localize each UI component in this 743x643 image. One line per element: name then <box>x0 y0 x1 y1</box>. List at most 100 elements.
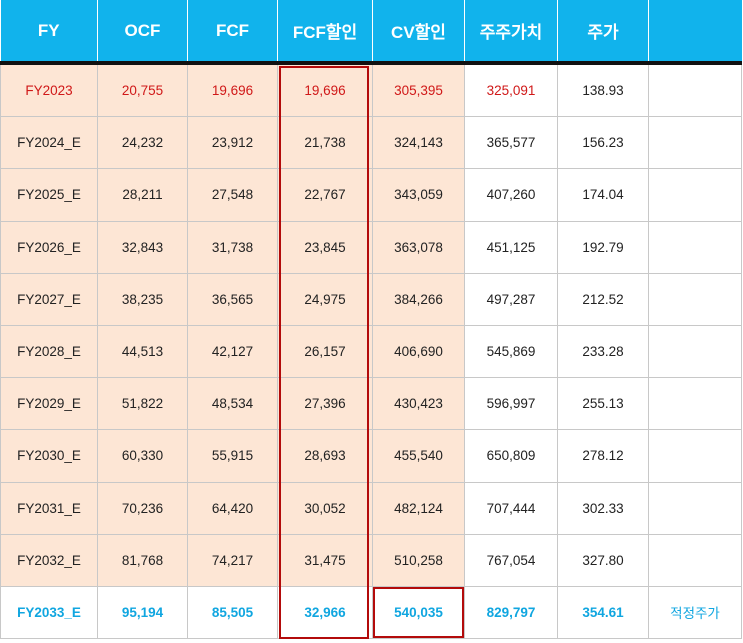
cell-share-price: 354.61 <box>557 585 649 640</box>
cell-fy: FY2026_E <box>0 220 98 274</box>
cell-cv-discounted: 482,124 <box>372 481 465 535</box>
cell-cv-discounted: 540,035 <box>372 585 465 640</box>
table-row: FY2028_E 44,513 42,127 26,157 406,690 54… <box>0 324 742 379</box>
cell-note <box>648 377 742 431</box>
cell-share-price: 212.52 <box>557 272 649 326</box>
cell-fy: FY2028_E <box>0 324 98 379</box>
cell-equity-value: 829,797 <box>464 585 558 640</box>
cell-note <box>648 62 742 118</box>
cell-cv-discounted: 363,078 <box>372 220 465 274</box>
cell-equity-value: 407,260 <box>464 168 558 222</box>
cell-note <box>648 429 742 483</box>
table-row: FY2026_E 32,843 31,738 23,845 363,078 45… <box>0 220 742 274</box>
cell-fcf: 19,696 <box>187 62 278 118</box>
cell-equity-value: 650,809 <box>464 429 558 483</box>
cell-cv-discounted: 384,266 <box>372 272 465 326</box>
cell-fcf: 74,217 <box>187 533 278 587</box>
cell-ocf: 44,513 <box>97 324 188 379</box>
cell-share-price: 156.23 <box>557 116 649 170</box>
cell-share-price: 174.04 <box>557 168 649 222</box>
cell-equity-value: 497,287 <box>464 272 558 326</box>
table-row: FY2029_E 51,822 48,534 27,396 430,423 59… <box>0 377 742 431</box>
cell-cv-discounted: 430,423 <box>372 377 465 431</box>
cell-share-price: 192.79 <box>557 220 649 274</box>
cell-fy: FY2031_E <box>0 481 98 535</box>
table-row: FY2023 20,755 19,696 19,696 305,395 325,… <box>0 62 742 118</box>
table-row: FY2032_E 81,768 74,217 31,475 510,258 76… <box>0 533 742 587</box>
header-share-price: 주가 <box>557 0 649 65</box>
cell-ocf: 95,194 <box>97 585 188 640</box>
table-row: FY2030_E 60,330 55,915 28,693 455,540 65… <box>0 429 742 483</box>
cell-fy: FY2027_E <box>0 272 98 326</box>
header-cv-discounted: CV할인 <box>372 0 465 65</box>
cell-share-price: 233.28 <box>557 324 649 379</box>
cell-fcf: 55,915 <box>187 429 278 483</box>
cell-fy: FY2033_E <box>0 585 98 640</box>
cell-note <box>648 168 742 222</box>
cell-fy: FY2024_E <box>0 116 98 170</box>
header-equity-value: 주주가치 <box>464 0 558 65</box>
table-row: FY2025_E 28,211 27,548 22,767 343,059 40… <box>0 168 742 222</box>
cell-note <box>648 220 742 274</box>
cell-fcf: 27,548 <box>187 168 278 222</box>
cell-fcf-discounted: 19,696 <box>277 62 373 118</box>
cell-note <box>648 324 742 379</box>
cell-ocf: 20,755 <box>97 62 188 118</box>
cell-fy: FY2032_E <box>0 533 98 587</box>
cell-equity-value: 325,091 <box>464 62 558 118</box>
cell-cv-discounted: 510,258 <box>372 533 465 587</box>
header-fy: FY <box>0 0 98 65</box>
cell-fcf-discounted: 31,475 <box>277 533 373 587</box>
cell-note <box>648 272 742 326</box>
cell-fy: FY2029_E <box>0 377 98 431</box>
cell-cv-discounted: 455,540 <box>372 429 465 483</box>
cell-share-price: 302.33 <box>557 481 649 535</box>
table-row-fair-value: FY2033_E 95,194 85,505 32,966 540,035 82… <box>0 585 742 640</box>
cell-fy: FY2030_E <box>0 429 98 483</box>
cell-cv-discounted: 324,143 <box>372 116 465 170</box>
cell-ocf: 70,236 <box>97 481 188 535</box>
cell-ocf: 38,235 <box>97 272 188 326</box>
cell-equity-value: 767,054 <box>464 533 558 587</box>
header-fcf-discounted: FCF할인 <box>277 0 373 65</box>
cell-note <box>648 533 742 587</box>
cell-fy: FY2023 <box>0 62 98 118</box>
cell-cv-discounted: 343,059 <box>372 168 465 222</box>
cell-fy: FY2025_E <box>0 168 98 222</box>
cell-fcf-discounted: 32,966 <box>277 585 373 640</box>
cell-ocf: 81,768 <box>97 533 188 587</box>
cell-equity-value: 545,869 <box>464 324 558 379</box>
cell-share-price: 327.80 <box>557 533 649 587</box>
cell-fcf-discounted: 30,052 <box>277 481 373 535</box>
cell-fcf: 42,127 <box>187 324 278 379</box>
cell-equity-value: 707,444 <box>464 481 558 535</box>
cell-note <box>648 481 742 535</box>
dcf-valuation-table: FY OCF FCF FCF할인 CV할인 주주가치 주가 FY2023 20,… <box>0 0 742 640</box>
cell-share-price: 138.93 <box>557 62 649 118</box>
cell-fcf-discounted: 21,738 <box>277 116 373 170</box>
header-note <box>648 0 742 65</box>
table-header-row: FY OCF FCF FCF할인 CV할인 주주가치 주가 <box>0 0 742 65</box>
cell-fcf-discounted: 24,975 <box>277 272 373 326</box>
cell-note-fair-price: 적정주가 <box>648 585 742 640</box>
dcf-valuation-table-frame: FY OCF FCF FCF할인 CV할인 주주가치 주가 FY2023 20,… <box>0 0 742 640</box>
cell-fcf: 36,565 <box>187 272 278 326</box>
cell-fcf-discounted: 22,767 <box>277 168 373 222</box>
cell-equity-value: 451,125 <box>464 220 558 274</box>
cell-fcf-discounted: 26,157 <box>277 324 373 379</box>
cell-fcf-discounted: 23,845 <box>277 220 373 274</box>
cell-fcf: 64,420 <box>187 481 278 535</box>
header-ocf: OCF <box>97 0 188 65</box>
header-fcf: FCF <box>187 0 278 65</box>
table-row: FY2024_E 24,232 23,912 21,738 324,143 36… <box>0 116 742 170</box>
cell-fcf: 31,738 <box>187 220 278 274</box>
cell-equity-value: 596,997 <box>464 377 558 431</box>
cell-note <box>648 116 742 170</box>
cell-share-price: 255.13 <box>557 377 649 431</box>
cell-ocf: 24,232 <box>97 116 188 170</box>
cell-ocf: 51,822 <box>97 377 188 431</box>
cell-cv-discounted: 305,395 <box>372 62 465 118</box>
cell-ocf: 60,330 <box>97 429 188 483</box>
cell-fcf-discounted: 28,693 <box>277 429 373 483</box>
cell-fcf: 23,912 <box>187 116 278 170</box>
